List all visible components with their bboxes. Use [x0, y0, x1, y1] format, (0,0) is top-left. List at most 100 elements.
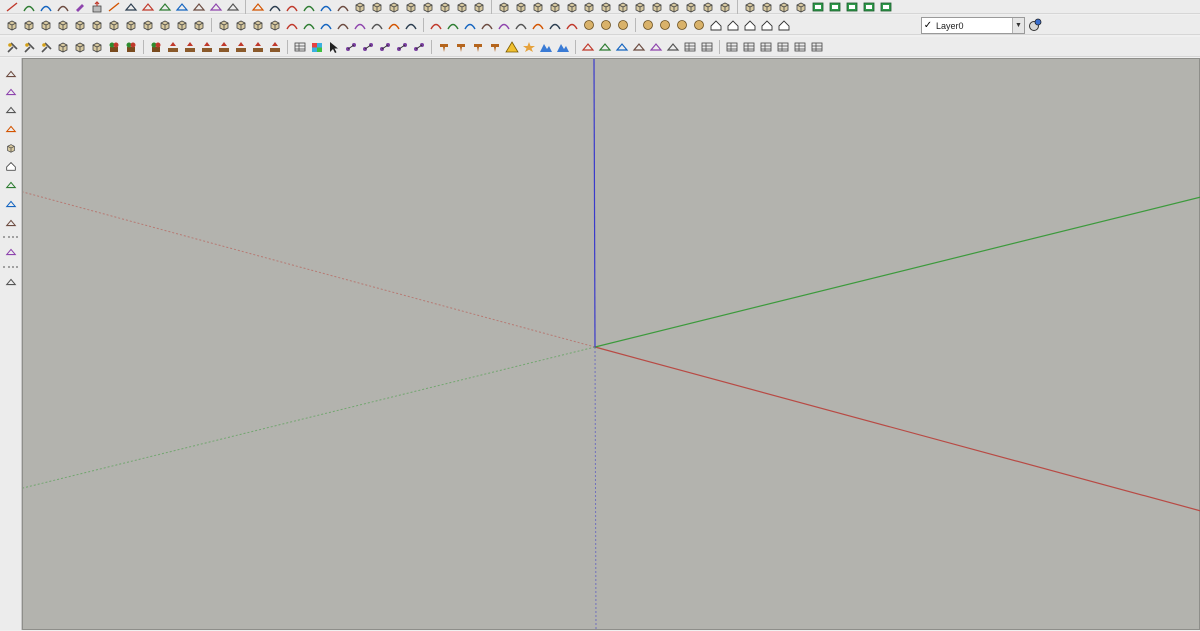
cube-icon[interactable] [72, 18, 88, 32]
section-icon[interactable] [3, 244, 18, 259]
stack-icon[interactable] [792, 40, 808, 54]
mountain-icon[interactable] [555, 40, 571, 54]
curve-icon[interactable] [547, 18, 563, 32]
view-icon[interactable] [878, 0, 894, 14]
view-icon[interactable] [810, 0, 826, 14]
arrow-icon[interactable] [216, 40, 232, 54]
link-icon[interactable] [394, 40, 410, 54]
chevron-down-icon[interactable]: ▼ [1012, 18, 1024, 33]
color-icon[interactable] [309, 40, 325, 54]
shape-icon[interactable] [208, 0, 224, 14]
arc-icon[interactable] [55, 0, 71, 14]
pen-icon[interactable] [3, 177, 18, 192]
plant-icon[interactable] [123, 40, 139, 54]
curve-icon[interactable] [479, 18, 495, 32]
nail-icon[interactable] [470, 40, 486, 54]
solid-icon[interactable] [742, 0, 758, 14]
solid-icon[interactable] [759, 0, 775, 14]
shape-icon[interactable] [665, 40, 681, 54]
curve-icon[interactable] [564, 18, 580, 32]
curve-icon[interactable] [403, 18, 419, 32]
box-icon[interactable] [89, 40, 105, 54]
sphere-icon[interactable] [674, 18, 690, 32]
view-icon[interactable] [827, 0, 843, 14]
grid-icon[interactable] [292, 40, 308, 54]
shape-icon[interactable] [191, 0, 207, 14]
shape-icon[interactable] [174, 0, 190, 14]
house-icon[interactable] [725, 18, 741, 32]
arc-icon[interactable] [38, 0, 54, 14]
solid-icon[interactable] [437, 0, 453, 14]
box-icon[interactable] [55, 40, 71, 54]
shape-icon[interactable] [648, 40, 664, 54]
plant-icon[interactable] [148, 40, 164, 54]
layer-select[interactable]: ✓ Layer0 ▼ [921, 17, 1025, 34]
curve-icon[interactable] [496, 18, 512, 32]
extrude-icon[interactable] [89, 0, 105, 14]
solid-icon[interactable] [496, 0, 512, 14]
solid-icon[interactable] [776, 0, 792, 14]
cube-icon[interactable] [4, 18, 20, 32]
move-icon[interactable] [3, 84, 18, 99]
cube-icon[interactable] [89, 18, 105, 32]
solid-icon[interactable] [700, 0, 716, 14]
tool-icon[interactable] [4, 40, 20, 54]
shape-icon[interactable] [250, 0, 266, 14]
house-icon[interactable] [708, 18, 724, 32]
arrow-icon[interactable] [199, 40, 215, 54]
house-icon[interactable] [742, 18, 758, 32]
view-icon[interactable] [861, 0, 877, 14]
shape-icon[interactable] [614, 40, 630, 54]
shape-icon[interactable] [597, 40, 613, 54]
curve-icon[interactable] [301, 0, 317, 14]
solid-icon[interactable] [454, 0, 470, 14]
solid-icon[interactable] [471, 0, 487, 14]
cube-icon[interactable] [21, 18, 37, 32]
nail-icon[interactable] [487, 40, 503, 54]
curve-icon[interactable] [301, 18, 317, 32]
curve-icon[interactable] [267, 0, 283, 14]
link-icon[interactable] [360, 40, 376, 54]
arrow-icon[interactable] [267, 40, 283, 54]
plus-icon[interactable] [3, 102, 18, 117]
solid-icon[interactable] [386, 0, 402, 14]
curve-icon[interactable] [335, 0, 351, 14]
cursor-icon[interactable] [326, 40, 342, 54]
solid-icon[interactable] [420, 0, 436, 14]
curve-icon[interactable] [530, 18, 546, 32]
sphere-icon[interactable] [598, 18, 614, 32]
house-icon[interactable] [759, 18, 775, 32]
brush-icon[interactable] [3, 274, 18, 289]
gear-icon[interactable] [3, 215, 18, 230]
curve-icon[interactable] [284, 0, 300, 14]
cube-icon[interactable] [216, 18, 232, 32]
sphere-icon[interactable] [581, 18, 597, 32]
sphere-icon[interactable] [657, 18, 673, 32]
camera-icon[interactable] [3, 196, 18, 211]
curve-icon[interactable] [352, 18, 368, 32]
link-icon[interactable] [377, 40, 393, 54]
nail-icon[interactable] [436, 40, 452, 54]
cube-icon[interactable] [267, 18, 283, 32]
freehand-icon[interactable] [4, 0, 20, 14]
drawing-viewport[interactable] [22, 58, 1200, 631]
tool-icon[interactable] [38, 40, 54, 54]
cube-icon[interactable] [157, 18, 173, 32]
shape-icon[interactable] [631, 40, 647, 54]
solid-icon[interactable] [352, 0, 368, 14]
curve-icon[interactable] [318, 0, 334, 14]
link-icon[interactable] [343, 40, 359, 54]
stack-icon[interactable] [758, 40, 774, 54]
solid-icon[interactable] [403, 0, 419, 14]
stack-icon[interactable] [724, 40, 740, 54]
solid-icon[interactable] [581, 0, 597, 14]
shape-icon[interactable] [225, 0, 241, 14]
box-icon[interactable] [3, 140, 18, 155]
curve-icon[interactable] [284, 18, 300, 32]
sphere-icon[interactable] [615, 18, 631, 32]
arrow-icon[interactable] [165, 40, 181, 54]
stack-icon[interactable] [699, 40, 715, 54]
cube-icon[interactable] [250, 18, 266, 32]
arrow-icon[interactable] [182, 40, 198, 54]
stack-icon[interactable] [682, 40, 698, 54]
